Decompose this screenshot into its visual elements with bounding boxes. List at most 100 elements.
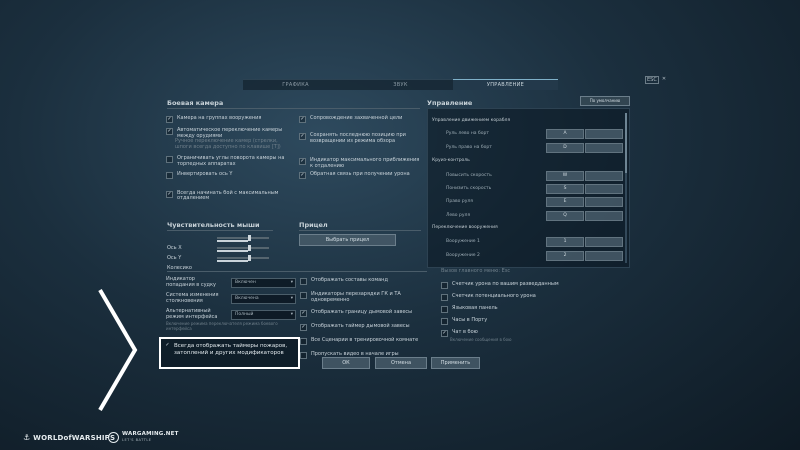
checkbox[interactable] <box>166 156 173 164</box>
keybind-weapon-2[interactable]: 2 <box>546 251 584 261</box>
wows-logo: ⚓ WORLDofWARSHIPS <box>23 433 116 442</box>
keybind-weapon-2-alt[interactable] <box>585 251 623 261</box>
slider-axis-x[interactable]: Ось X <box>167 234 277 251</box>
dropdown-row-alt-interface: Альтернативный режим интерфейса Полный ▾ <box>166 308 296 320</box>
checkbox[interactable]: ✓ <box>300 324 307 332</box>
slider-thumb[interactable] <box>248 245 251 251</box>
tab-controls[interactable]: УПРАВЛЕНИЕ <box>453 79 558 90</box>
checkbox[interactable] <box>441 282 448 289</box>
reset-defaults-button[interactable]: По умолчанию <box>580 96 630 106</box>
keybind-speed-up[interactable]: W <box>546 171 584 181</box>
checkbox[interactable]: ✓ <box>166 190 173 198</box>
slider-axis-y[interactable]: Ось Y <box>167 244 277 261</box>
cancel-button[interactable]: Отмена <box>375 357 427 369</box>
keybind-speed-up-alt[interactable] <box>585 171 623 181</box>
checkbox[interactable] <box>300 278 307 285</box>
settings-tabs: ГРАФИКА ЗВУК УПРАВЛЕНИЕ <box>243 79 558 90</box>
chevron-right-icon <box>98 288 138 412</box>
keybind-speed-down[interactable]: S <box>546 184 584 194</box>
bottom-divider <box>167 271 427 272</box>
checkbox[interactable] <box>300 292 307 299</box>
checkbox[interactable] <box>300 352 307 360</box>
checkbox[interactable]: ✓ <box>299 172 306 180</box>
wargaming-logo: WARGAMING.NET LET'S BATTLE <box>108 431 179 443</box>
keybind-speed-down-alt[interactable] <box>585 184 623 194</box>
slider-wheel[interactable]: Колесико <box>167 254 277 271</box>
tab-graphics[interactable]: ГРАФИКА <box>243 79 348 90</box>
option-port-clock[interactable]: Часы в Порту <box>441 317 581 325</box>
checkbox[interactable] <box>166 171 173 179</box>
checkbox[interactable]: ✓ <box>166 116 173 123</box>
keybind-weapon-1[interactable]: 1 <box>546 237 584 247</box>
checkbox[interactable]: ✓ <box>441 330 448 337</box>
wargaming-emblem-icon <box>108 431 119 443</box>
keybind-rudder-right-alt[interactable] <box>585 143 623 153</box>
highlighted-option-timers[interactable]: ✓ Всегда отображать таймеры пожаров, зат… <box>159 337 300 369</box>
slider-thumb[interactable] <box>248 255 251 261</box>
alt-interface-select[interactable]: Полный ▾ <box>231 309 296 320</box>
checkbox[interactable] <box>441 294 448 301</box>
chevron-down-icon: ▾ <box>290 311 293 317</box>
close-control[interactable]: ESC ✕ <box>645 76 666 84</box>
dropdown-row-collision: Система изменения столкновения Включена ▾ <box>166 292 296 304</box>
checkbox[interactable]: ✓ <box>299 133 306 140</box>
keybind-right-rudder[interactable]: E <box>546 197 584 207</box>
checkbox[interactable]: ✓ <box>166 128 173 135</box>
checkbox[interactable] <box>441 306 448 313</box>
choose-sight-button[interactable]: Выбрать прицел <box>299 234 396 246</box>
keybind-right-rudder-alt[interactable] <box>585 197 623 207</box>
sight-divider <box>299 230 421 231</box>
slider-thumb[interactable] <box>248 235 251 241</box>
sight-title: Прицел <box>299 221 328 229</box>
checkbox-checked[interactable]: ✓ <box>165 343 170 348</box>
option-damage-feedback[interactable]: ✓ Обратная связь при получении урона <box>299 172 421 180</box>
option-reload-indicators[interactable]: Индикаторы перезарядки ГК и ТА одновреме… <box>300 291 435 303</box>
main-menu-hint: Вызов главного меню: Esc <box>441 268 511 274</box>
ok-button[interactable]: ОК <box>322 357 370 369</box>
keybind-rudder-left[interactable]: A <box>546 129 584 139</box>
collision-system-select[interactable]: Включена ▾ <box>231 293 296 304</box>
option-invert-y[interactable]: Инвертировать ось Y <box>166 171 294 179</box>
option-team-roster[interactable]: Отображать составы команд <box>300 277 435 285</box>
slider-track <box>217 257 269 262</box>
checkbox[interactable]: ✓ <box>300 310 307 318</box>
interface-options-right: Счетчик урона по вашим разведданным Счет… <box>441 281 581 342</box>
apply-button[interactable]: Применить <box>431 357 480 369</box>
option-limit-torpedo-angles[interactable]: Ограничивать углы поворота камеры на тор… <box>166 156 294 167</box>
sensitivity-title: Чувствительность мыши <box>167 221 260 229</box>
option-max-zoom-indicator[interactable]: ✓ Индикатор максимального приближения к о… <box>299 157 421 169</box>
checkbox[interactable]: ✓ <box>299 158 306 166</box>
slider-track <box>217 247 269 252</box>
close-icon[interactable]: ✕ <box>662 76 666 84</box>
option-track-target[interactable]: ✓ Сопровождение захваченной цели <box>299 115 421 123</box>
camera-divider <box>167 108 420 109</box>
anchor-icon: ⚓ <box>23 433 31 442</box>
option-save-last-position[interactable]: ✓ Сохранять последнюю позицию при возвращ… <box>299 132 421 144</box>
chevron-down-icon: ▾ <box>290 295 293 301</box>
keybind-left-rudder[interactable]: Q <box>546 211 584 221</box>
option-potential-damage[interactable]: Счетчик потенциального урона <box>441 293 581 301</box>
option-smoke-border[interactable]: ✓ Отображать границу дымовой завесы <box>300 310 435 318</box>
option-battle-chat[interactable]: ✓ Чат в бою <box>441 329 581 337</box>
checkbox[interactable] <box>300 338 307 346</box>
camera-section-title: Боевая камера <box>167 99 224 107</box>
battle-chat-note: Включение сообщения в бою <box>450 337 512 342</box>
hit-indicator-select[interactable]: Включен ▾ <box>231 277 296 288</box>
slider-track <box>217 237 269 242</box>
option-max-zoom-out[interactable]: ✓ Всегда начинать бой с максимальным отда… <box>166 190 294 202</box>
chevron-down-icon: ▾ <box>290 279 293 285</box>
keybind-weapon-1-alt[interactable] <box>585 237 623 247</box>
checkbox[interactable] <box>441 318 448 325</box>
keybind-left-rudder-alt[interactable] <box>585 211 623 221</box>
option-camera-groups[interactable]: ✓ Камера на группах вооружения <box>166 115 294 123</box>
option-damage-scouting[interactable]: Счетчик урона по вашим разведданным <box>441 281 581 289</box>
option-training-scenarios[interactable]: Все Сценарии в тренировочной комнате <box>300 338 435 346</box>
checkbox[interactable]: ✓ <box>299 116 306 123</box>
option-smoke-timer[interactable]: ✓ Отображать таймер дымовой завесы <box>300 324 435 332</box>
tab-sound[interactable]: ЗВУК <box>348 79 453 90</box>
keybind-rudder-left-alt[interactable] <box>585 129 623 139</box>
option-language-bar[interactable]: Языковая панель <box>441 305 581 313</box>
sensitivity-divider <box>167 230 273 231</box>
keybind-rudder-right[interactable]: D <box>546 143 584 153</box>
scrollbar[interactable] <box>625 113 627 263</box>
